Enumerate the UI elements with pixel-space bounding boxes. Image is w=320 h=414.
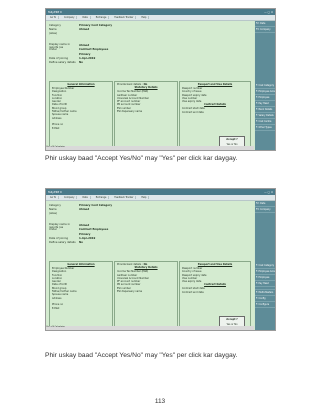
menu-item[interactable]: Company [62, 16, 78, 19]
side-button[interactable]: F: Other Types [255, 125, 275, 131]
side-gap [255, 33, 275, 83]
employee-form: Category Primary Cost Category Name Ahmed … [46, 21, 254, 150]
field-label: Category [49, 23, 61, 27]
panel-heading: Contract Details [204, 103, 226, 107]
payment-panel: Provide bank details : No Statutory Deta… [114, 261, 178, 330]
employee-fields: Category Primary Cost Category Name Ahmed … [49, 203, 159, 245]
field-value[interactable]: Ahmed [79, 44, 89, 47]
panel-line: Contract end date [182, 290, 204, 294]
menu-item[interactable]: Company [62, 196, 78, 199]
menu-item[interactable]: Feedback Tracker [112, 16, 137, 19]
field-value[interactable]: Contract Employees [79, 48, 108, 51]
field-value[interactable]: 1-Apr-2019 [79, 57, 95, 60]
menu-item[interactable]: Exchange [94, 196, 110, 199]
panel-heading: General Information [67, 83, 95, 86]
page-number: 113 [154, 398, 166, 405]
field-value[interactable]: No [79, 241, 83, 244]
field-label: Date of joining [49, 236, 69, 240]
caption: Phir uskay baad "Accept Yes/No" may "Yes… [45, 352, 238, 359]
field-value[interactable]: Contract Employees [79, 228, 108, 231]
field-label: (alias) [49, 211, 57, 215]
general-info-panel: General Information Employee Number Desi… [49, 81, 113, 150]
status-bar: Ctrl + N Calculator [46, 146, 254, 150]
panel-heading: Contract Details [204, 283, 226, 287]
panel-heading: Passport and Visa Details [197, 83, 233, 86]
employee-form: Category Primary Cost Category Name Ahmed … [46, 201, 254, 330]
side-button-bar: F2: Date F3: Company F: Cost Category F:… [255, 21, 275, 150]
menu-item[interactable]: Go To [48, 16, 60, 19]
field-label: Under [49, 228, 57, 232]
app-title: Tally.ERP 9 [48, 190, 62, 194]
panel-heading: Statutory Details [134, 266, 158, 270]
menu-item[interactable]: Help [139, 196, 150, 199]
field-value[interactable]: Ahmed [79, 208, 89, 211]
status-bar: Ctrl + N Calculator [46, 326, 254, 330]
panel-line: E-Mail [52, 126, 60, 130]
general-info-panel: General Information Employee Number Desi… [49, 261, 113, 330]
panel-heading: Passport and Visa Details [197, 263, 233, 266]
field-label: Name [49, 207, 57, 211]
side-gap [255, 213, 275, 263]
field-value[interactable]: Ahmed [79, 224, 89, 227]
passport-panel: Passport and Visa Details Passport numbe… [179, 81, 251, 150]
field-value[interactable]: No [79, 61, 83, 64]
panel-heading: General Information [67, 263, 95, 266]
side-button[interactable]: F: Configure [255, 302, 275, 308]
status-text: Ctrl + N Calculator [46, 146, 65, 148]
menu-item[interactable]: Data [80, 16, 91, 19]
field-label: Date of joining [49, 56, 69, 60]
panel-line: Contract end date [182, 110, 204, 114]
accept-question: Accept ? [226, 138, 238, 141]
side-button-bar: F2: Date F3: Company F: Cost Category F:… [255, 201, 275, 330]
panel-line: E-Mail [52, 306, 60, 310]
field-label: Category [49, 203, 61, 207]
window-controls: — ▢ ✕ [264, 10, 273, 14]
payment-panel: Provide bank details : No Statutory Deta… [114, 81, 178, 150]
field-value[interactable]: 1-Apr-2019 [79, 237, 95, 240]
field-label: Under [49, 48, 57, 52]
accept-question: Accept ? [226, 318, 238, 321]
menu-item[interactable]: Feedback Tracker [112, 196, 137, 199]
field-label: Define salary details [49, 60, 76, 64]
field-value: Primary [79, 232, 91, 236]
menu-item[interactable]: Data [80, 196, 91, 199]
tally-screenshot-1: Tally.ERP 9 — ▢ ✕ Go To Company Data Exc… [45, 8, 276, 151]
field-value[interactable]: Primary Cost Category [79, 24, 112, 27]
field-value[interactable]: Primary Cost Category [79, 204, 112, 207]
caption: Phir uskay baad "Accept Yes/No" may "Yes… [45, 155, 238, 162]
tally-screenshot-2: Tally.ERP 9 — ▢ ✕ Go To Company Data Exc… [45, 188, 276, 331]
passport-panel: Passport and Visa Details Passport numbe… [179, 261, 251, 330]
field-label: Name [49, 27, 57, 31]
window-controls: — ▢ ✕ [264, 190, 273, 194]
detail-panels: General Information Employee Number Desi… [49, 261, 251, 330]
field-value: Primary [79, 52, 91, 56]
field-value[interactable]: Ahmed [79, 28, 89, 31]
field-label: Define salary details [49, 240, 76, 244]
panel-heading: Statutory Details [134, 86, 158, 90]
field-label: (alias) [49, 31, 57, 35]
menu-item[interactable]: Exchange [94, 16, 110, 19]
app-title: Tally.ERP 9 [48, 10, 62, 14]
panel-line: ESI dispensary name [117, 290, 143, 294]
detail-panels: General Information Employee Number Desi… [49, 81, 251, 150]
menu-item[interactable]: Help [139, 16, 150, 19]
panel-line: ESI dispensary name [117, 110, 143, 114]
employee-fields: Category Primary Cost Category Name Ahmed … [49, 23, 159, 65]
menu-item[interactable]: Go To [48, 196, 60, 199]
status-text: Ctrl + N Calculator [46, 326, 65, 328]
